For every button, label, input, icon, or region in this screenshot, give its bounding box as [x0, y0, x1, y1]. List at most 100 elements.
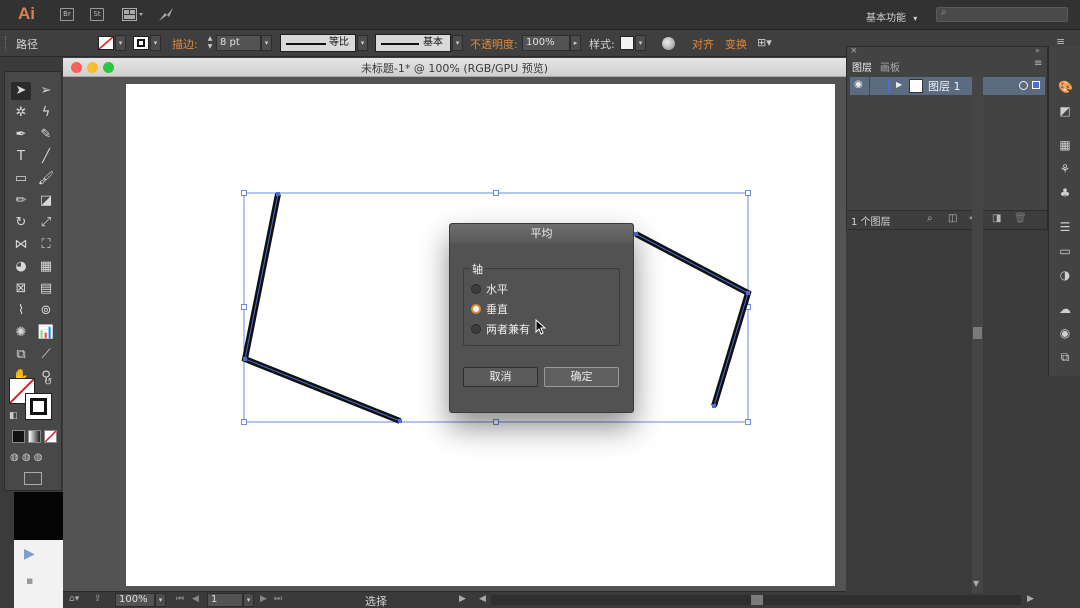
direct-selection-tool-icon[interactable]: ➢	[36, 82, 56, 100]
gradient-panel-icon[interactable]: ▭	[1058, 244, 1072, 258]
selection-tool-icon[interactable]: ➤	[11, 82, 31, 100]
tab-artboards[interactable]: 画板	[880, 59, 900, 74]
artboard-nav-icon[interactable]: ⌂▾	[69, 594, 79, 604]
stroke-color-swatch[interactable]	[25, 393, 52, 420]
artboard-number-field[interactable]: 1	[207, 593, 243, 607]
rotate-tool-icon[interactable]: ↻	[11, 214, 31, 232]
bridge-icon[interactable]: Br	[60, 8, 74, 21]
vscroll-thumb[interactable]	[973, 327, 982, 339]
profile-dropdown[interactable]: ▾	[357, 35, 368, 51]
horizontal-scrollbar[interactable]	[491, 595, 1021, 605]
variable-width-profile[interactable]: 等比	[280, 34, 356, 52]
stroke-weight-label[interactable]: 描边:	[172, 36, 198, 52]
locate-object-icon[interactable]: ⌕	[927, 213, 933, 224]
artboard-tool-icon[interactable]: ⧉	[11, 346, 31, 364]
artboard-dropdown[interactable]: ▾	[243, 593, 254, 607]
visibility-eye-icon[interactable]: ◉	[854, 79, 863, 90]
column-graph-tool-icon[interactable]: 📊	[36, 324, 56, 342]
both-radio[interactable]	[471, 324, 481, 334]
create-layer-icon[interactable]: ◨	[992, 213, 1001, 224]
brushes-icon[interactable]: ⚘	[1058, 162, 1072, 176]
stroke-dropdown[interactable]: ▾	[150, 35, 161, 51]
pen-tool-icon[interactable]: ✒	[11, 126, 31, 144]
opacity-slider-button[interactable]: ▸	[570, 35, 581, 51]
graphic-style-dropdown[interactable]: ▾	[635, 35, 646, 51]
search-input[interactable]: ⌕	[936, 7, 1068, 22]
swap-colors-icon[interactable]: ↺	[44, 377, 52, 388]
appearance-icon[interactable]: ◉	[1058, 326, 1072, 340]
default-colors-icon[interactable]: ◧	[9, 411, 18, 421]
cc-libraries-icon[interactable]: ☁	[1058, 302, 1072, 316]
gpu-performance-icon[interactable]	[157, 7, 175, 26]
arrange-documents-icon[interactable]	[122, 8, 146, 25]
graphic-styles-icon[interactable]: ⧉	[1058, 350, 1072, 364]
layer-row[interactable]: ◉ ▶ 图层 1	[850, 77, 1045, 95]
gradient-mode-icon[interactable]	[28, 430, 41, 443]
prev-artboard-button[interactable]: ◀	[192, 594, 199, 604]
stroke-panel-icon[interactable]: ☰	[1058, 220, 1072, 234]
blend-tool-icon[interactable]: ⊚	[36, 302, 56, 320]
curvature-tool-icon[interactable]: ✎	[36, 126, 56, 144]
fill-swatch[interactable]	[98, 36, 114, 50]
magic-wand-tool-icon[interactable]: ✲	[11, 104, 31, 122]
recolor-artwork-icon[interactable]	[662, 37, 675, 50]
perspective-grid-tool-icon[interactable]: ▦	[36, 258, 56, 276]
stroke-swatch[interactable]	[133, 36, 149, 50]
draw-mode-icon[interactable]: ◍ ◍ ◍	[10, 452, 43, 463]
pencil-tool-icon[interactable]: ✏	[11, 192, 31, 210]
zoom-field[interactable]: 100%	[115, 593, 155, 607]
cancel-button[interactable]: 取消	[463, 367, 538, 387]
vscroll-down-button[interactable]: ▼	[973, 579, 979, 588]
graphic-style-swatch[interactable]	[620, 36, 634, 50]
both-radio-label[interactable]: 两者兼有	[486, 321, 530, 337]
screen-mode-icon[interactable]	[24, 472, 42, 485]
line-tool-icon[interactable]: ╱	[36, 148, 56, 166]
mesh-tool-icon[interactable]: ⊠	[11, 280, 31, 298]
symbols-icon[interactable]: ♣	[1058, 186, 1072, 200]
fill-dropdown[interactable]: ▾	[115, 35, 126, 51]
align-link[interactable]: 对齐	[692, 36, 714, 52]
status-menu-button[interactable]: ▶	[459, 594, 466, 604]
type-tool-icon[interactable]: T	[11, 148, 31, 166]
slice-tool-icon[interactable]: ⟋	[36, 346, 56, 364]
brush-dropdown[interactable]: ▾	[452, 35, 463, 51]
none-mode-icon[interactable]	[44, 430, 57, 443]
symbol-sprayer-tool-icon[interactable]: ✺	[11, 324, 31, 342]
brush-definition[interactable]: 基本	[375, 34, 451, 52]
color-panel-icon[interactable]: 🎨	[1058, 80, 1073, 94]
vertical-radio-label[interactable]: 垂直	[486, 301, 508, 317]
make-clipping-mask-icon[interactable]: ◫	[948, 213, 957, 224]
expand-triangle-icon[interactable]: ▶	[896, 80, 902, 89]
stroke-weight-stepper[interactable]: ▲ ▼	[205, 35, 215, 51]
last-artboard-button[interactable]: ⏭	[274, 594, 282, 604]
first-artboard-button[interactable]: ⏮	[176, 594, 184, 604]
share-icon[interactable]: ⇪	[94, 594, 102, 604]
target-circle-icon[interactable]	[1019, 81, 1028, 90]
free-transform-tool-icon[interactable]: ⛶	[36, 236, 56, 254]
gradient-tool-icon[interactable]: ▤	[36, 280, 56, 298]
opacity-field[interactable]: 100%	[522, 35, 570, 51]
stroke-weight-dropdown[interactable]: ▾	[261, 35, 272, 51]
delete-layer-icon[interactable]: 🗑	[1014, 213, 1027, 224]
paintbrush-tool-icon[interactable]: 🖌	[36, 170, 56, 188]
vertical-scrollbar[interactable]: ▼	[972, 77, 983, 593]
tab-layers[interactable]: 图层	[852, 59, 872, 74]
stroke-weight-field[interactable]: 8 pt	[216, 35, 261, 51]
horizontal-radio[interactable]	[471, 284, 481, 294]
lasso-tool-icon[interactable]: ϟ	[36, 104, 56, 122]
panel-options-icon[interactable]: ≡	[1034, 58, 1042, 69]
horizontal-radio-label[interactable]: 水平	[486, 281, 508, 297]
isolate-icon[interactable]: ⊞▾	[757, 36, 772, 49]
panel-close-icon[interactable]: ×	[850, 46, 858, 56]
hscroll-thumb[interactable]	[751, 595, 763, 605]
hscroll-right-button[interactable]: ▶	[1027, 594, 1034, 604]
zoom-dropdown[interactable]: ▾	[155, 593, 166, 607]
selection-square-icon[interactable]	[1032, 81, 1040, 89]
hscroll-left-button[interactable]: ◀	[479, 594, 486, 604]
stock-icon[interactable]: St	[90, 8, 104, 21]
eraser-tool-icon[interactable]: ◪	[36, 192, 56, 210]
rectangle-tool-icon[interactable]: ▭	[11, 170, 31, 188]
next-artboard-button[interactable]: ▶	[260, 594, 267, 604]
width-tool-icon[interactable]: ⋈	[11, 236, 31, 254]
vertical-radio[interactable]	[471, 304, 481, 314]
